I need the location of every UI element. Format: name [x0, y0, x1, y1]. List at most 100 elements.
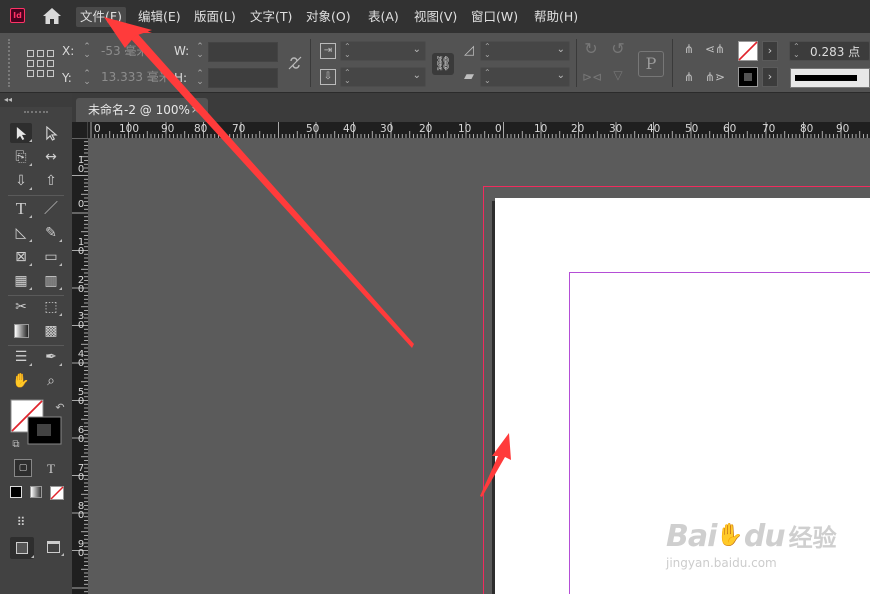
direct-selection-tool-icon[interactable] — [40, 123, 62, 143]
menu-item[interactable]: 文字(T) — [246, 7, 296, 27]
watermark-url: jingyan.baidu.com — [666, 556, 777, 570]
rotate-angle-icon: ◿ — [464, 43, 474, 58]
scale-x-dropdown[interactable]: ⌃ ⌄ ⌄ — [340, 41, 426, 61]
close-tab-icon[interactable]: × — [191, 98, 200, 122]
watermark-cn: 经验 — [788, 524, 837, 552]
pen-tool-icon[interactable]: ◺ — [10, 223, 32, 243]
select-content-icon[interactable]: ⋔ — [680, 69, 698, 85]
y-field[interactable]: 13.333 毫米 — [96, 68, 166, 88]
horizontal-grid-tool-icon[interactable]: ▦ — [10, 271, 32, 291]
fill-swatch-none-icon[interactable] — [738, 41, 758, 61]
home-icon[interactable] — [42, 7, 62, 25]
pencil-tool-icon[interactable]: ✎ — [40, 223, 62, 243]
rectangle-tool-icon[interactable]: ▭ — [40, 247, 62, 267]
h-field[interactable] — [208, 68, 278, 88]
rotate-ccw-icon[interactable]: ↺ — [609, 41, 627, 57]
vertical-grid-tool-icon[interactable]: ▥ — [40, 271, 62, 291]
stroke-weight-field[interactable]: ⌃ ⌄ 0.283 点 — [789, 41, 870, 61]
stroke-swatch-menu-button[interactable]: › — [762, 67, 778, 87]
ruler-label: 4 0 — [77, 349, 85, 369]
note-tool-icon[interactable]: ☰ — [10, 347, 32, 367]
ruler-label: 20 — [571, 123, 585, 135]
ruler-label: 1 0 — [77, 155, 85, 175]
stroke-type-dropdown[interactable] — [790, 68, 870, 88]
content-collector-icon[interactable]: ⇩ — [10, 171, 32, 191]
ruler-label: 2 0 — [77, 275, 85, 295]
ruler-origin[interactable] — [72, 122, 88, 138]
vertical-ruler[interactable]: 1 0 0 1 0 2 0 3 0 4 0 5 0 6 0 7 0 8 0 9 0 — [72, 138, 88, 594]
menu-item[interactable]: 对象(O) — [302, 7, 355, 27]
shear-dropdown[interactable]: ⌃ ⌄ ⌄ — [480, 67, 570, 87]
formatting-text-icon[interactable]: T — [40, 459, 62, 479]
rectangle-frame-tool-icon[interactable]: ⊠ — [10, 247, 32, 267]
link-scale-icon[interactable]: ⛓ — [432, 53, 454, 75]
line-tool-icon[interactable]: ／ — [40, 199, 62, 219]
normal-view-mode-icon[interactable] — [10, 537, 34, 559]
select-container-icon[interactable]: ⋔ — [680, 41, 698, 57]
rotate-cw-icon[interactable]: ↻ — [582, 41, 600, 57]
flip-vertical-icon[interactable]: ▽ — [609, 67, 627, 83]
h-stepper[interactable]: ⌃ ⌄ — [193, 70, 207, 88]
h-label: H: — [174, 71, 188, 85]
toolbar-collapse-button[interactable]: ◂◂ — [0, 93, 72, 107]
fill-swatch-menu-button[interactable]: › — [762, 41, 778, 61]
eyedropper-tool-icon[interactable]: ✒ — [40, 347, 62, 367]
gradient-feather-tool-icon[interactable]: ▩ — [40, 321, 62, 341]
rotate-dropdown[interactable]: ⌃ ⌄ ⌄ — [480, 41, 570, 61]
ruler-label: 20 — [419, 123, 433, 135]
toolbar-grip[interactable] — [24, 111, 48, 114]
formatting-container-icon[interactable]: ▢ — [14, 459, 32, 477]
menu-item[interactable]: 编辑(E) — [134, 7, 185, 27]
page-tool-icon[interactable]: ⎘ — [10, 147, 32, 167]
ruler-label: 70 — [232, 123, 246, 135]
flip-horizontal-icon[interactable]: ⊳⊲ — [582, 69, 602, 85]
scale-y-dropdown[interactable]: ⌃ ⌄ ⌄ — [340, 67, 426, 87]
select-previous-icon[interactable]: ⋖⋔ — [704, 41, 726, 57]
menu-item[interactable]: 帮助(H) — [530, 7, 582, 27]
screen-mode-icon[interactable]: ⠿ — [10, 512, 32, 532]
menu-item[interactable]: 文件(F) — [76, 7, 126, 27]
ruler-label: 10 — [534, 123, 548, 135]
x-stepper[interactable]: ⌃ ⌄ — [80, 43, 94, 61]
apply-color-icon[interactable] — [8, 484, 24, 500]
select-next-icon[interactable]: ⋔⋗ — [704, 69, 726, 85]
apply-none-icon[interactable] — [50, 486, 64, 500]
apply-gradient-icon[interactable] — [28, 484, 44, 500]
constrain-proportions-icon[interactable] — [287, 55, 303, 71]
scale-x-icon: ⇥ — [320, 43, 336, 59]
preview-mode-icon[interactable] — [42, 537, 64, 557]
menu-item[interactable]: 表(A) — [364, 7, 403, 27]
w-field[interactable] — [208, 42, 278, 62]
stroke-weight-value: 0.283 点 — [810, 45, 861, 59]
gradient-swatch-tool-icon[interactable] — [10, 321, 32, 341]
stroke-swatch-black-icon[interactable] — [738, 67, 758, 87]
x-field[interactable]: -53 毫米 — [96, 42, 166, 62]
direction-p-icon[interactable]: P — [638, 51, 664, 77]
paw-icon: ✋ — [716, 523, 744, 548]
ruler-label: 50 — [685, 123, 699, 135]
y-stepper[interactable]: ⌃ ⌄ — [80, 70, 94, 88]
menu-item[interactable]: 版面(L) — [190, 7, 240, 27]
ruler-label: 0 — [495, 123, 502, 135]
document-tab[interactable]: 未命名-2 @ 100% × — [76, 98, 208, 122]
selection-tool-icon[interactable] — [10, 123, 32, 143]
default-fill-stroke-icon[interactable]: ⧉ — [10, 437, 22, 453]
menu-item[interactable]: 窗口(W) — [467, 7, 522, 27]
type-tool-icon[interactable]: T — [10, 199, 32, 219]
ruler-label: 6 0 — [77, 425, 85, 445]
gap-tool-icon[interactable]: ↔ — [40, 147, 62, 167]
panel-grip[interactable] — [8, 39, 11, 87]
reference-point-icon[interactable] — [27, 50, 55, 78]
ruler-label: 30 — [380, 123, 394, 135]
content-placer-icon[interactable]: ⇧ — [40, 171, 62, 191]
swap-fill-stroke-icon[interactable]: ↶ — [54, 400, 66, 416]
zoom-tool-icon[interactable]: ⌕ — [40, 371, 62, 391]
horizontal-ruler[interactable]: 0 100 90 80 70 50 40 30 20 10 0 10 20 30 40 50 60 70 80 90 — [88, 122, 870, 138]
ruler-label: 50 — [306, 123, 320, 135]
hand-tool-icon[interactable]: ✋ — [10, 371, 32, 391]
indesign-logo: Id — [10, 8, 25, 23]
scissors-tool-icon[interactable]: ✂ — [10, 297, 32, 317]
free-transform-tool-icon[interactable]: ⬚ — [40, 297, 62, 317]
menu-item[interactable]: 视图(V) — [410, 7, 461, 27]
w-stepper[interactable]: ⌃ ⌄ — [193, 43, 207, 61]
